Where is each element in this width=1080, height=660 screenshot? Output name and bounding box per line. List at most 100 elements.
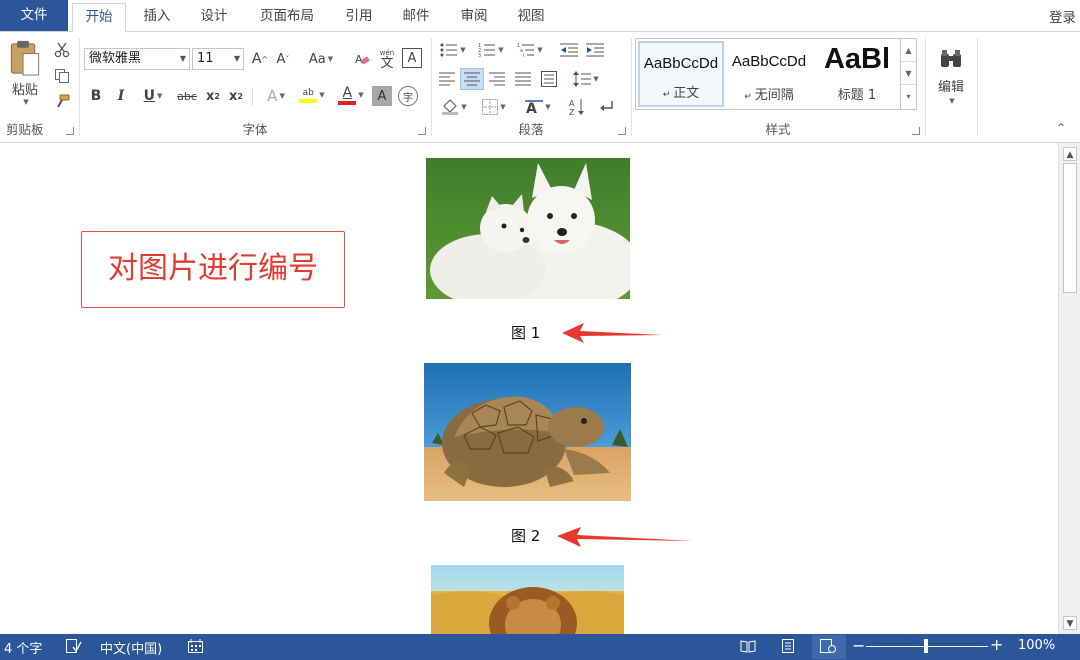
document-canvas[interactable]: 对图片进行编号 图 1 图 2 [0, 143, 1058, 634]
character-shading-button[interactable]: A [372, 86, 392, 106]
align-center-button[interactable] [460, 68, 484, 90]
tab-references[interactable]: 引用 [334, 3, 384, 31]
tab-review[interactable]: 审阅 [448, 3, 500, 31]
collapse-ribbon-button[interactable]: ⌃ [1052, 120, 1070, 136]
zoom-level[interactable]: 100% [1018, 638, 1055, 653]
tab-mailings[interactable]: 邮件 [390, 3, 442, 31]
word-count[interactable]: 4 个字 [4, 638, 42, 657]
zoom-in-button[interactable]: + [990, 635, 1003, 654]
tab-page-layout[interactable]: 页面布局 [248, 3, 326, 31]
figure-caption-2: 图 2 [511, 527, 541, 545]
increase-indent-button[interactable] [584, 40, 606, 60]
shrink-font-button[interactable]: Aˇ [273, 49, 293, 69]
highlight-button[interactable]: ab ▼ [294, 84, 330, 106]
clear-formatting-button[interactable]: A [352, 49, 372, 69]
asian-layout-button[interactable]: A ▼ [520, 96, 556, 118]
web-layout-button[interactable] [812, 635, 846, 659]
editing-label: 编辑 [937, 79, 964, 95]
tab-design[interactable]: 设计 [188, 3, 240, 31]
print-layout-button[interactable] [780, 639, 796, 657]
tab-view[interactable]: 视图 [505, 3, 557, 31]
shading-button[interactable]: ▼ [436, 96, 472, 118]
font-launcher-icon[interactable] [418, 127, 426, 135]
font-group: 微软雅黑 ▼ 11 ▼ A ^ Aˇ Aa ▼ A wén 文 A B I U ▼ abc… [80, 36, 430, 141]
font-name-combobox[interactable]: 微软雅黑 ▼ [84, 48, 190, 70]
gallery-more-button[interactable]: ▾ [901, 85, 916, 108]
gallery-up-button[interactable]: ▲ [901, 39, 916, 62]
lion-photo[interactable] [431, 565, 624, 634]
character-border-icon: A [407, 50, 417, 66]
tortoise-image [424, 363, 631, 501]
change-case-button[interactable]: Aa ▼ [304, 49, 338, 69]
clipboard-launcher-icon[interactable] [66, 127, 74, 135]
tab-insert[interactable]: 插入 [132, 3, 182, 31]
paste-button[interactable]: 粘贴 ▼ [6, 38, 44, 106]
enclose-characters-button[interactable]: 字 [398, 86, 418, 106]
align-right-button[interactable] [486, 68, 508, 90]
language-indicator[interactable]: 中文(中国) [100, 638, 162, 657]
underline-button[interactable]: U ▼ [136, 86, 170, 106]
svg-text:i: i [523, 53, 524, 57]
text-effects-button[interactable]: A ▼ [260, 86, 292, 106]
style-normal[interactable]: AaBbCcDd ↵ 正文 [638, 41, 724, 107]
read-mode-button[interactable] [740, 639, 756, 657]
strikethrough-button[interactable]: abc [174, 86, 200, 106]
character-border-button[interactable]: A [402, 48, 422, 68]
editing-button[interactable]: 编辑 ▼ [930, 38, 972, 114]
phonetic-guide-button[interactable]: wén 文 [376, 47, 398, 71]
cut-button[interactable] [52, 40, 72, 60]
font-name-value: 微软雅黑 [89, 51, 142, 66]
gallery-down-button[interactable]: ▼ [901, 62, 916, 85]
gallery-scroll: ▲ ▼ ▾ [900, 39, 916, 109]
zoom-slider[interactable] [866, 639, 988, 653]
zoom-slider-thumb[interactable] [924, 639, 928, 653]
borders-button[interactable]: ▼ [476, 96, 512, 118]
login-link[interactable]: 登录 [1049, 6, 1076, 26]
superscript-button[interactable]: x2 [226, 86, 246, 106]
style-no-spacing[interactable]: AaBbCcDd ↵ 无间隔 [726, 41, 812, 107]
justify-icon [515, 72, 531, 86]
numbering-button[interactable]: 123 ▼ [474, 40, 508, 60]
zoom-out-button[interactable]: − [852, 636, 865, 655]
multilevel-list-button[interactable]: 1ai ▼ [512, 40, 548, 60]
decrease-indent-button[interactable] [558, 40, 580, 60]
paragraph-launcher-icon[interactable] [618, 127, 626, 135]
bold-button[interactable]: B [86, 86, 106, 106]
web-layout-icon [820, 639, 836, 653]
font-size-combobox[interactable]: 11 ▼ [192, 48, 244, 70]
brush-icon [57, 94, 70, 108]
line-spacing-icon [573, 71, 592, 87]
scroll-up-button[interactable]: ▲ [1063, 147, 1077, 161]
proofing-button[interactable] [66, 639, 82, 658]
tab-file[interactable]: 文件 [0, 0, 68, 31]
style-name: ↵ 正文 [662, 86, 700, 101]
scroll-thumb[interactable] [1063, 163, 1077, 293]
print-layout-icon [782, 639, 794, 653]
justify-button[interactable] [512, 68, 534, 90]
distributed-button[interactable] [538, 68, 560, 90]
bullets-button[interactable]: ▼ [436, 40, 470, 60]
chevron-up-icon: ▲ [905, 46, 912, 55]
decrease-indent-icon [560, 43, 578, 57]
chevron-up-icon: ⌃ [1055, 121, 1067, 135]
font-color-button[interactable]: A ▼ [334, 84, 368, 106]
format-painter-button[interactable] [52, 92, 72, 112]
styles-launcher-icon[interactable] [912, 127, 920, 135]
scroll-down-button[interactable]: ▼ [1063, 616, 1077, 630]
tortoise-photo[interactable] [424, 363, 631, 501]
copy-button[interactable] [52, 66, 72, 86]
grow-font-button[interactable]: A ^ [250, 49, 270, 69]
status-bar: 4 个字 中文(中国) − + 100% [0, 634, 1080, 660]
vertical-scrollbar[interactable]: ▲ ▼ [1058, 143, 1080, 634]
macro-button[interactable] [188, 639, 204, 658]
italic-button[interactable]: I [111, 86, 131, 106]
style-heading-1[interactable]: AaBl 标题 1 [814, 41, 900, 107]
tab-home[interactable]: 开始 [72, 3, 126, 32]
show-marks-button[interactable] [596, 96, 618, 118]
figure-caption-1: 图 1 [511, 324, 541, 342]
align-left-button[interactable] [436, 68, 458, 90]
line-spacing-button[interactable]: ▼ [568, 68, 604, 90]
sort-button[interactable]: AZ [566, 96, 588, 118]
subscript-button[interactable]: x2 [203, 86, 223, 106]
dog-photo[interactable] [426, 158, 630, 299]
